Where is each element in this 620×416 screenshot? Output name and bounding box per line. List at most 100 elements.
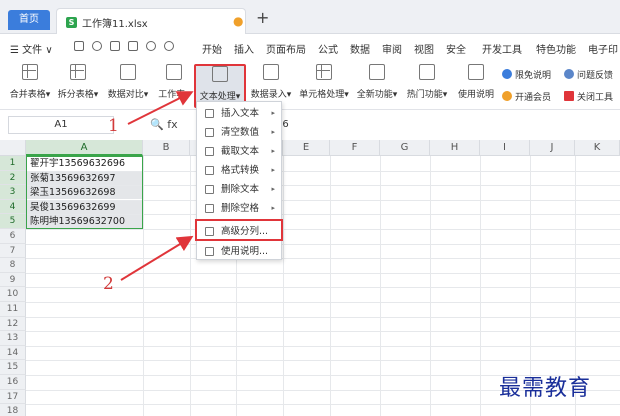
dropdown-item-delete-spaces[interactable]: 删除空格 ▸ xyxy=(197,199,281,218)
menu-security[interactable]: 安全 xyxy=(446,41,466,56)
column-gridline xyxy=(190,156,191,416)
row-header-6[interactable]: 6 xyxy=(0,229,26,244)
row-header-2[interactable]: 2 xyxy=(0,170,26,186)
dropdown-item-delete-text[interactable]: 删除文本 ▸ xyxy=(197,180,281,199)
dropdown-item-format-convert[interactable]: 格式转换 ▸ xyxy=(197,161,281,180)
column-header-f[interactable]: F xyxy=(330,140,380,156)
row-gridline xyxy=(26,345,620,347)
selection-box xyxy=(26,156,143,229)
dropdown-item-clear-values[interactable]: 清空数值 ▸ xyxy=(197,123,281,142)
document-name: 工作簿11.xlsx xyxy=(82,19,148,30)
dropdown-item-label: 清空数值 xyxy=(221,127,260,138)
row-gridline xyxy=(26,243,620,245)
column-gridline xyxy=(380,156,381,416)
text-process-icon xyxy=(212,66,228,82)
menu-formula[interactable]: 公式 xyxy=(318,41,338,56)
tab-document[interactable]: S 工作簿11.xlsx ● xyxy=(56,8,246,34)
guide-icon xyxy=(468,64,484,80)
vip-link[interactable]: 开通会员 xyxy=(502,90,551,103)
save-icon[interactable] xyxy=(74,41,84,51)
menu-developer[interactable]: 开发工具 xyxy=(482,41,522,56)
cell-process-button[interactable]: 单元格处理▾ xyxy=(297,64,351,108)
undo-icon[interactable] xyxy=(146,41,156,51)
feedback-link[interactable]: 问题反馈 xyxy=(564,68,613,81)
dropdown-item-usage-guide[interactable]: 使用说明... xyxy=(197,242,281,261)
preview-icon[interactable] xyxy=(128,41,138,51)
column-header-a[interactable]: A xyxy=(26,140,143,156)
column-header-j[interactable]: J xyxy=(530,140,575,156)
menu-data[interactable]: 数据 xyxy=(350,41,370,56)
new-features-icon xyxy=(369,64,385,80)
row-header-13[interactable]: 13 xyxy=(0,331,26,346)
row-gridline xyxy=(26,287,620,289)
row-gridline xyxy=(26,331,620,333)
column-header-k[interactable]: K xyxy=(575,140,620,156)
row-header-18[interactable]: 18 xyxy=(0,404,26,416)
row-header-16[interactable]: 16 xyxy=(0,375,26,390)
row-header-12[interactable]: 12 xyxy=(0,316,26,332)
name-box[interactable]: A1 xyxy=(8,116,114,134)
split-table-icon xyxy=(70,64,86,80)
dropdown-item-label: 格式转换 xyxy=(221,165,260,176)
row-header-9[interactable]: 9 xyxy=(0,272,26,288)
select-all-corner[interactable] xyxy=(0,140,26,156)
split-table-button[interactable]: 拆分表格▾ xyxy=(56,64,100,108)
column-header-e[interactable]: E xyxy=(283,140,330,156)
hot-features-button[interactable]: 热门功能▾ xyxy=(404,64,450,108)
row-gridline xyxy=(26,316,620,318)
worksheet-icon xyxy=(166,64,182,80)
row-header-3[interactable]: 3 xyxy=(0,185,26,200)
column-header-b[interactable]: B xyxy=(143,140,190,156)
merge-table-icon xyxy=(22,64,38,80)
row-header-17[interactable]: 17 xyxy=(0,389,26,405)
row-header-8[interactable]: 8 xyxy=(0,258,26,273)
new-tab-button[interactable]: + xyxy=(256,8,269,27)
merge-tables-button[interactable]: 合并表格▾ xyxy=(8,64,52,108)
print-icon[interactable] xyxy=(110,41,120,51)
row-header-15[interactable]: 15 xyxy=(0,360,26,375)
menu-start[interactable]: 开始 xyxy=(202,41,222,56)
usage-guide-icon xyxy=(205,247,214,256)
row-header-4[interactable]: 4 xyxy=(0,199,26,215)
data-entry-icon xyxy=(263,64,279,80)
row-header-11[interactable]: 11 xyxy=(0,302,26,317)
menu-e-seal[interactable]: 电子印 xyxy=(588,41,618,56)
column-header-i[interactable]: I xyxy=(480,140,530,156)
file-menu[interactable]: ☰ 文件 ∨ xyxy=(10,41,53,56)
usage-guide-button[interactable]: 使用说明 xyxy=(456,64,496,108)
close-tool-link[interactable]: 关闭工具 xyxy=(564,90,613,103)
menu-page-layout[interactable]: 页面布局 xyxy=(266,41,306,56)
hot-features-icon xyxy=(419,64,435,80)
column-header-g[interactable]: G xyxy=(380,140,430,156)
column-gridline xyxy=(283,156,284,416)
menu-view[interactable]: 视图 xyxy=(414,41,434,56)
row-gridline xyxy=(26,258,620,260)
step-2-label: 2 xyxy=(103,274,114,294)
insert-text-icon xyxy=(205,109,214,118)
fx-icon[interactable]: 🔍 fx xyxy=(150,118,178,131)
worksheet-button[interactable]: 工作表▾ xyxy=(156,64,192,108)
dropdown-item-label: 删除文本 xyxy=(221,184,260,195)
tab-home[interactable]: 首页 xyxy=(8,10,50,30)
dropdown-item-extract-text[interactable]: 截取文本 ▸ xyxy=(197,142,281,161)
row-header-5[interactable]: 5 xyxy=(0,214,26,229)
column-gridline xyxy=(480,156,481,416)
undo-history-icon[interactable] xyxy=(92,41,102,51)
row-gridline xyxy=(26,302,620,303)
menu-review[interactable]: 审阅 xyxy=(382,41,402,56)
ribbon-toolbar: 合并表格▾ 拆分表格▾ 数据对比▾ 工作表▾ 文本处理▾ 数据录入▾ 单元格处理… xyxy=(0,60,620,110)
advanced-split-highlight xyxy=(195,219,283,241)
new-features-button[interactable]: 全新功能▾ xyxy=(355,64,399,108)
menu-insert[interactable]: 插入 xyxy=(234,41,254,56)
row-header-14[interactable]: 14 xyxy=(0,345,26,361)
redo-icon[interactable] xyxy=(164,41,174,51)
column-header-h[interactable]: H xyxy=(430,140,480,156)
row-header-7[interactable]: 7 xyxy=(0,243,26,259)
free-info-link[interactable]: 限免说明 xyxy=(502,68,551,81)
row-header-10[interactable]: 10 xyxy=(0,287,26,302)
dropdown-item-insert-text[interactable]: 插入文本 ▸ xyxy=(197,104,281,123)
dropdown-item-label: 删除空格 xyxy=(221,203,260,214)
menu-special[interactable]: 特色功能 xyxy=(536,41,576,56)
data-compare-button[interactable]: 数据对比▾ xyxy=(106,64,150,108)
row-header-1[interactable]: 1 xyxy=(0,156,26,171)
